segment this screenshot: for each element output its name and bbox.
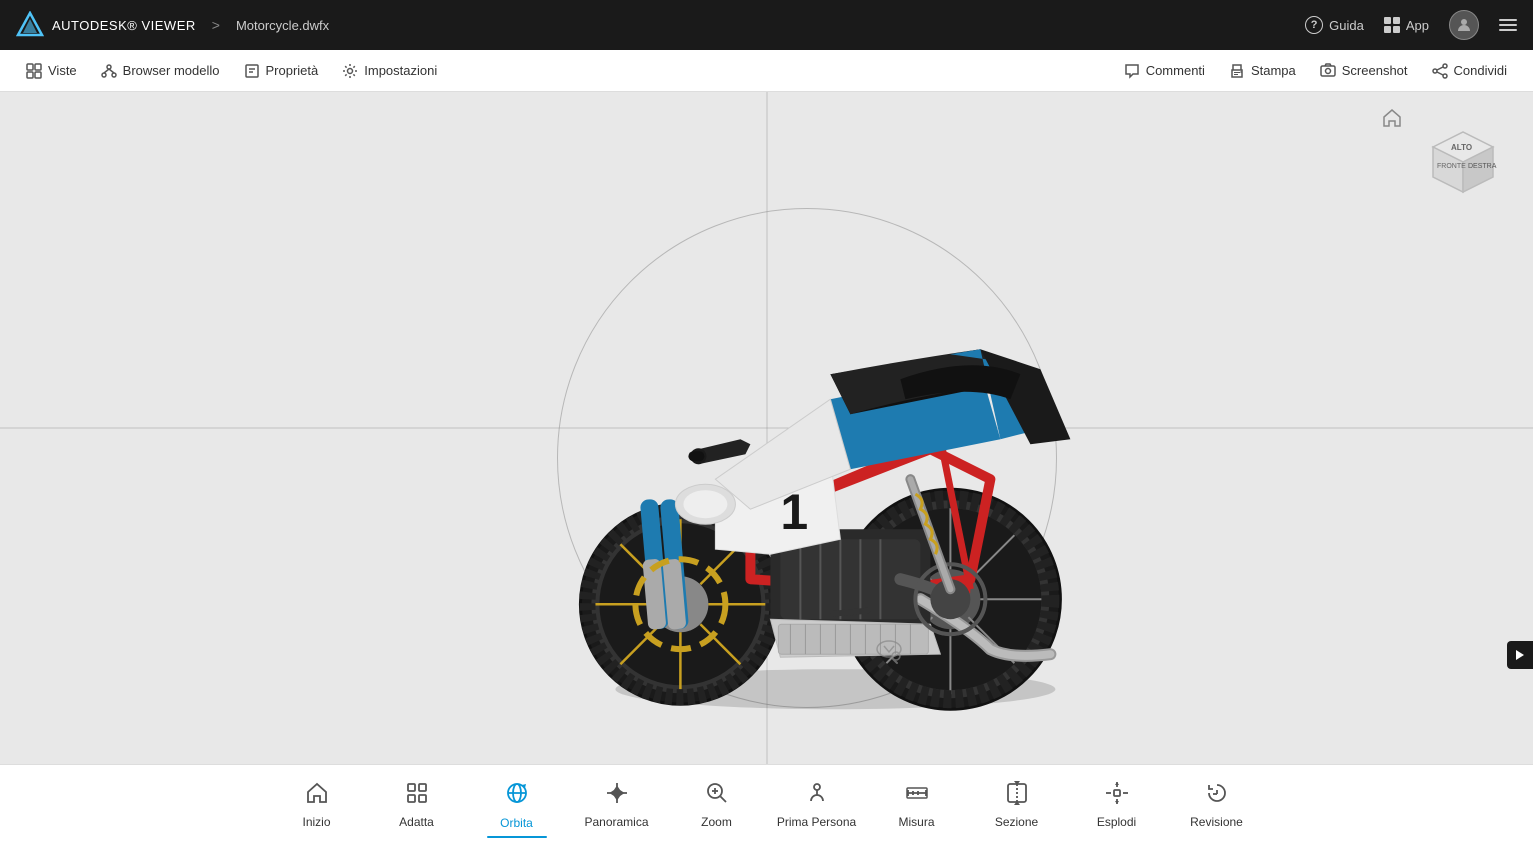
stampa-button[interactable]: Stampa bbox=[1219, 58, 1306, 84]
panoramica-tool[interactable]: Panoramica bbox=[567, 770, 667, 840]
toolbar-left-group: Viste Browser modello Proprietà bbox=[16, 58, 447, 84]
sezione-label: Sezione bbox=[995, 815, 1038, 829]
screenshot-label: Screenshot bbox=[1342, 63, 1408, 78]
top-nav-right-actions: ? Guida App bbox=[1305, 10, 1517, 40]
panoramica-icon bbox=[605, 781, 629, 809]
feedback-button[interactable] bbox=[1507, 641, 1533, 669]
help-button[interactable]: ? Guida bbox=[1305, 16, 1364, 34]
3d-viewport[interactable]: 1 bbox=[0, 92, 1533, 764]
explode-icon bbox=[1105, 781, 1129, 805]
revisione-tool[interactable]: Revisione bbox=[1167, 770, 1267, 840]
feedback-icon bbox=[1514, 649, 1526, 661]
svg-text:ALTO: ALTO bbox=[1451, 143, 1472, 152]
sezione-tool[interactable]: Sezione bbox=[967, 770, 1067, 840]
condividi-button[interactable]: Condividi bbox=[1422, 58, 1517, 84]
prima-persona-tool[interactable]: Prima Persona bbox=[767, 770, 867, 840]
motorcycle-svg: 1 bbox=[550, 199, 1120, 719]
section-icon bbox=[1005, 781, 1029, 805]
panoramica-label: Panoramica bbox=[584, 815, 648, 829]
top-navigation: AUTODESK® VIEWER > Motorcycle.dwfx ? Gui… bbox=[0, 0, 1533, 50]
condividi-icon bbox=[1432, 63, 1448, 79]
orbita-tool[interactable]: Orbita bbox=[467, 770, 567, 840]
autodesk-logo-icon bbox=[16, 11, 44, 39]
svg-text:DESTRA: DESTRA bbox=[1468, 163, 1497, 170]
app-button[interactable]: App bbox=[1384, 17, 1429, 33]
revision-icon bbox=[1205, 781, 1229, 805]
impostazioni-button[interactable]: Impostazioni bbox=[332, 58, 447, 84]
viste-button[interactable]: Viste bbox=[16, 58, 87, 84]
svg-text:FRONTE: FRONTE bbox=[1437, 163, 1466, 170]
viste-label: Viste bbox=[48, 63, 77, 78]
bottom-toolbar: Inizio Adatta Orbita bbox=[0, 764, 1533, 844]
proprieta-label: Proprietà bbox=[266, 63, 319, 78]
pan-icon bbox=[605, 781, 629, 805]
hamburger-menu[interactable] bbox=[1499, 19, 1517, 31]
person-icon bbox=[805, 781, 829, 805]
toolbar-right-group: Commenti Stampa Screenshot bbox=[1114, 58, 1517, 84]
home-tool-icon bbox=[305, 781, 329, 805]
adatta-icon bbox=[405, 781, 429, 809]
browser-modello-button[interactable]: Browser modello bbox=[91, 58, 230, 84]
zoom-icon bbox=[705, 781, 729, 809]
inizio-icon bbox=[305, 781, 329, 809]
esplodi-label: Esplodi bbox=[1097, 815, 1136, 829]
stampa-label: Stampa bbox=[1251, 63, 1296, 78]
impostazioni-icon bbox=[342, 63, 358, 79]
viste-icon bbox=[26, 63, 42, 79]
user-avatar[interactable] bbox=[1449, 10, 1479, 40]
prima-persona-icon bbox=[805, 781, 829, 809]
commenti-icon bbox=[1124, 63, 1140, 79]
app-logo[interactable]: AUTODESK® VIEWER bbox=[16, 11, 196, 39]
orbita-icon bbox=[504, 780, 530, 810]
adatta-tool[interactable]: Adatta bbox=[367, 770, 467, 840]
app-grid-icon bbox=[1384, 17, 1400, 33]
home-icon bbox=[1381, 107, 1403, 129]
zoom-label: Zoom bbox=[701, 815, 732, 829]
esplodi-tool[interactable]: Esplodi bbox=[1067, 770, 1167, 840]
breadcrumb-separator: > bbox=[212, 17, 220, 33]
cursor-icon bbox=[874, 634, 904, 664]
condividi-label: Condividi bbox=[1454, 63, 1507, 78]
avatar-icon bbox=[1456, 17, 1472, 33]
main-toolbar: Viste Browser modello Proprietà bbox=[0, 50, 1533, 92]
help-label: Guida bbox=[1329, 18, 1364, 33]
prima-persona-label: Prima Persona bbox=[777, 815, 856, 829]
adatta-label: Adatta bbox=[399, 815, 434, 829]
app-label: App bbox=[1406, 18, 1429, 33]
commenti-label: Commenti bbox=[1146, 63, 1205, 78]
viewcube-svg: ALTO FRONTE DESTRA bbox=[1413, 112, 1503, 202]
viewcube[interactable]: ALTO FRONTE DESTRA bbox=[1413, 112, 1503, 202]
orbit-cursor-indicator bbox=[874, 634, 904, 669]
proprieta-button[interactable]: Proprietà bbox=[234, 58, 329, 84]
motorcycle-model: 1 bbox=[550, 199, 1120, 719]
zoom-tool[interactable]: Zoom bbox=[667, 770, 767, 840]
screenshot-button[interactable]: Screenshot bbox=[1310, 58, 1418, 84]
revisione-label: Revisione bbox=[1190, 815, 1243, 829]
file-name: Motorcycle.dwfx bbox=[236, 18, 329, 33]
inizio-label: Inizio bbox=[302, 815, 330, 829]
browser-icon bbox=[101, 63, 117, 79]
proprieta-icon bbox=[244, 63, 260, 79]
esplodi-icon bbox=[1105, 781, 1129, 809]
misura-tool[interactable]: Misura bbox=[867, 770, 967, 840]
orbit-icon bbox=[504, 780, 530, 806]
impostazioni-label: Impostazioni bbox=[364, 63, 437, 78]
misura-icon bbox=[905, 781, 929, 809]
fit-icon bbox=[405, 781, 429, 805]
help-icon: ? bbox=[1305, 16, 1323, 34]
sezione-icon bbox=[1005, 781, 1029, 809]
home-view-button[interactable] bbox=[1381, 107, 1403, 135]
browser-label: Browser modello bbox=[123, 63, 220, 78]
measure-icon bbox=[905, 781, 929, 805]
zoom-svg-icon bbox=[705, 781, 729, 805]
orbita-label: Orbita bbox=[500, 816, 533, 830]
stampa-icon bbox=[1229, 63, 1245, 79]
revisione-icon bbox=[1205, 781, 1229, 809]
misura-label: Misura bbox=[898, 815, 934, 829]
app-brand: AUTODESK® VIEWER bbox=[52, 18, 196, 33]
inizio-tool[interactable]: Inizio bbox=[267, 770, 367, 840]
screenshot-icon bbox=[1320, 63, 1336, 79]
commenti-button[interactable]: Commenti bbox=[1114, 58, 1215, 84]
